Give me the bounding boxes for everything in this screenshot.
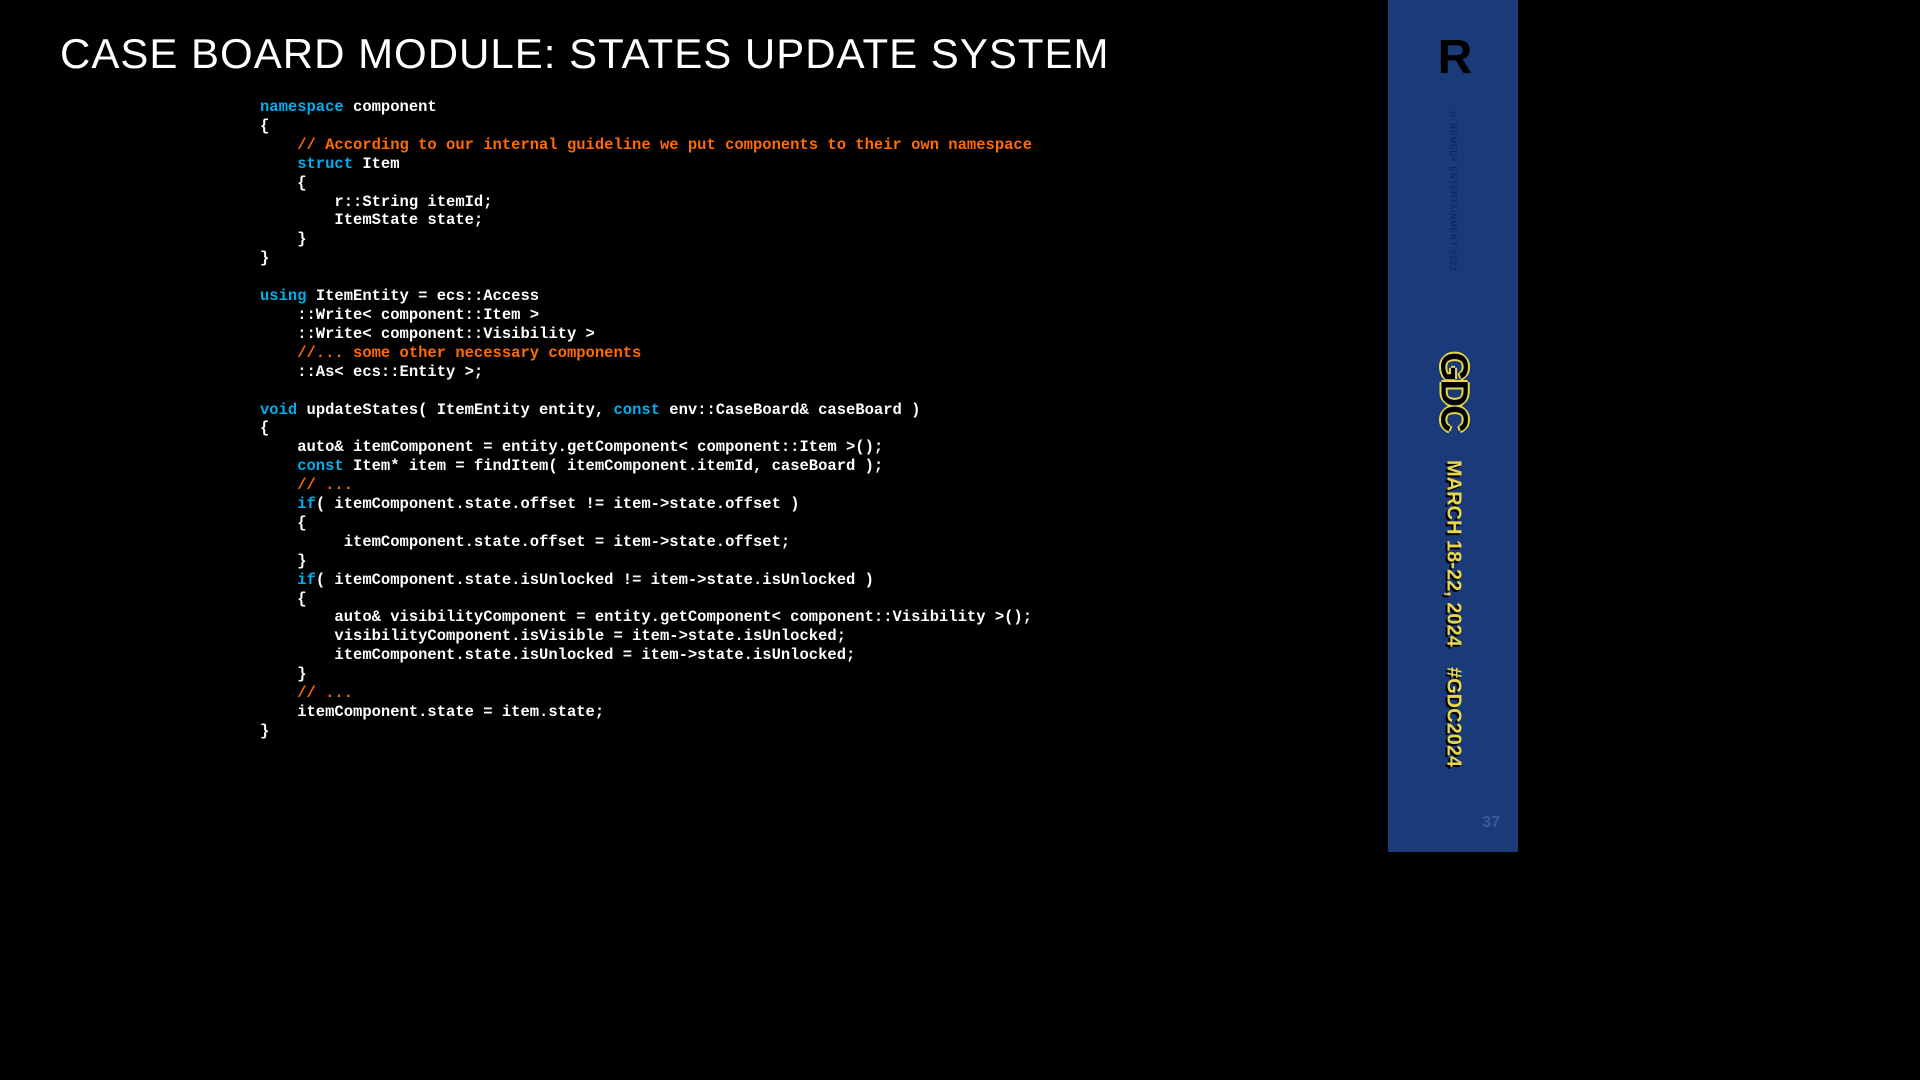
code-text: } xyxy=(260,249,269,267)
gdc-logo-icon: GDC xyxy=(1432,352,1475,430)
code-text: itemComponent.state.offset = item->state… xyxy=(260,533,790,551)
code-kw: if xyxy=(260,571,316,589)
code-text: auto& visibilityComponent = entity.getCo… xyxy=(260,608,1032,626)
code-text: { xyxy=(260,514,307,532)
code-text: } xyxy=(260,665,307,683)
code-text: ItemEntity = ecs::Access xyxy=(307,287,540,305)
code-text: { xyxy=(260,590,307,608)
code-comment: // ... xyxy=(260,684,353,702)
code-kw: void xyxy=(260,401,297,419)
code-text: } xyxy=(260,722,269,740)
code-kw: namespace xyxy=(260,98,344,116)
code-text: { xyxy=(260,419,269,437)
code-text: } xyxy=(260,230,307,248)
code-text: ItemState state; xyxy=(260,211,483,229)
code-text: Item* item = findItem( itemComponent.ite… xyxy=(344,457,884,475)
code-text: r::String itemId; xyxy=(260,193,493,211)
code-text: ( itemComponent.state.isUnlocked != item… xyxy=(316,571,874,589)
code-comment: // According to our internal guideline w… xyxy=(260,136,1032,154)
code-text: component xyxy=(344,98,437,116)
sidebar: R © REMEDY ENTERTAINMENT 2023 GDC MARCH … xyxy=(1388,0,1518,852)
code-text: ::As< ecs::Entity >; xyxy=(260,363,483,381)
code-text: ( itemComponent.state.offset != item->st… xyxy=(316,495,800,513)
code-kw: const xyxy=(260,457,344,475)
code-block: namespace component { // According to ou… xyxy=(260,98,1328,741)
code-kw: using xyxy=(260,287,307,305)
remedy-logo-icon: R xyxy=(1438,30,1469,85)
event-date: MARCH 18-22, 2024 xyxy=(1442,460,1465,647)
code-text: { xyxy=(260,174,307,192)
code-text: { xyxy=(260,117,269,135)
code-text: env::CaseBoard& caseBoard ) xyxy=(660,401,920,419)
code-text: } xyxy=(260,552,307,570)
code-text: itemComponent.state.isUnlocked = item->s… xyxy=(260,646,855,664)
code-text: visibilityComponent.isVisible = item->st… xyxy=(260,627,846,645)
code-text: auto& itemComponent = entity.getComponen… xyxy=(260,438,883,456)
code-kw: if xyxy=(260,495,316,513)
code-text: Item xyxy=(353,155,400,173)
code-kw: const xyxy=(613,401,660,419)
event-hashtag: #GDC2024 xyxy=(1442,667,1465,767)
code-kw: struct xyxy=(260,155,353,173)
gdc-logo-text: GDC xyxy=(1433,352,1475,430)
code-comment: // ... xyxy=(260,476,353,494)
code-text: updateStates( ItemEntity entity, xyxy=(297,401,613,419)
code-text: itemComponent.state = item.state; xyxy=(260,703,604,721)
page-number: 37 xyxy=(1482,814,1500,832)
code-text: ::Write< component::Item > xyxy=(260,306,539,324)
slide-main: CASE BOARD MODULE: STATES UPDATE SYSTEM … xyxy=(0,0,1388,852)
code-text: ::Write< component::Visibility > xyxy=(260,325,595,343)
slide-title: CASE BOARD MODULE: STATES UPDATE SYSTEM xyxy=(60,30,1328,78)
copyright-text: © REMEDY ENTERTAINMENT 2023 xyxy=(1449,110,1458,272)
code-comment: //... some other necessary components xyxy=(260,344,641,362)
